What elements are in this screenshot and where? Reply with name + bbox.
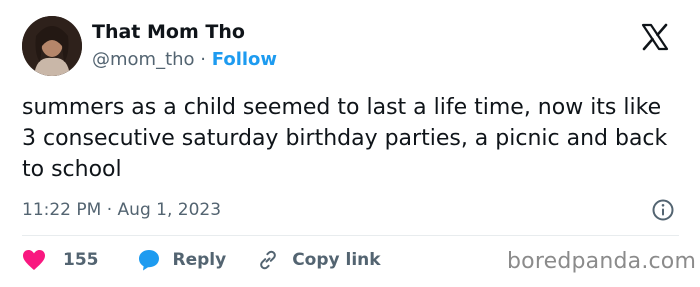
tweet-time[interactable]: 11:22 PM xyxy=(22,200,101,220)
like-button[interactable]: 155 xyxy=(22,249,99,271)
handle-separator: · xyxy=(200,49,207,70)
speech-bubble-icon xyxy=(137,248,161,272)
x-logo-icon[interactable] xyxy=(640,22,670,52)
tweet-card: That Mom Tho @mom_tho · Follow summers a… xyxy=(0,0,700,287)
link-icon xyxy=(256,248,280,272)
reply-label: Reply xyxy=(172,250,227,270)
author-handle[interactable]: @mom_tho xyxy=(92,49,195,70)
divider xyxy=(22,235,679,236)
like-count: 155 xyxy=(63,250,99,270)
info-icon[interactable] xyxy=(651,198,675,222)
tweet-text: summers as a child seemed to last a life… xyxy=(22,95,668,182)
author-handle-row: @mom_tho · Follow xyxy=(92,48,277,72)
heart-icon xyxy=(22,249,46,271)
follow-button[interactable]: Follow xyxy=(212,49,277,70)
author-name[interactable]: That Mom Tho xyxy=(92,20,245,44)
tweet-date[interactable]: Aug 1, 2023 xyxy=(118,200,222,220)
tweet-timestamp[interactable]: 11:22 PM · Aug 1, 2023 xyxy=(22,198,221,222)
watermark: boredpanda.com xyxy=(507,249,697,274)
date-separator: · xyxy=(106,200,113,220)
action-bar: 155 Reply Copy link xyxy=(22,245,381,275)
avatar[interactable] xyxy=(22,16,82,76)
copy-link-button[interactable]: Copy link xyxy=(256,248,381,272)
reply-button[interactable]: Reply xyxy=(137,248,227,272)
copy-link-label: Copy link xyxy=(292,250,381,270)
